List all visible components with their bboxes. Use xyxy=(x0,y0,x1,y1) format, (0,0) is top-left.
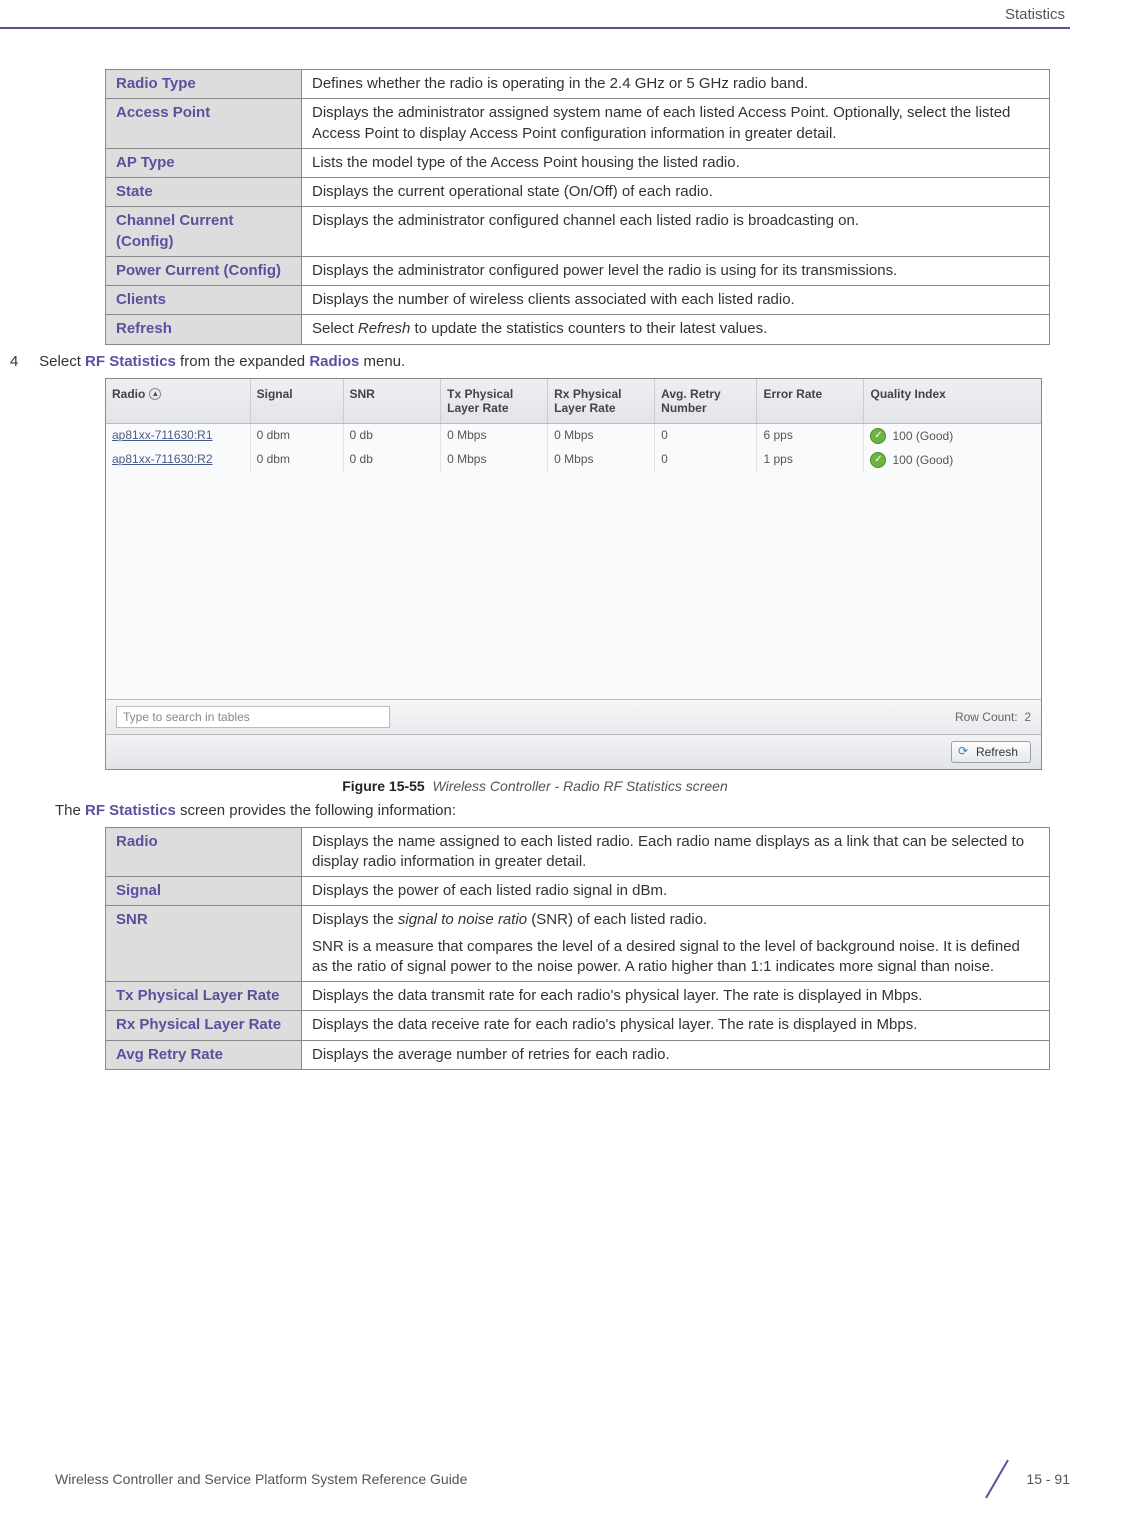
cell-snr: 0 db xyxy=(344,448,442,472)
desc-cell: Displays the power of each listed radio … xyxy=(302,877,1050,906)
desc-cell: Displays the data transmit rate for each… xyxy=(302,982,1050,1011)
term-cell: Radio Type xyxy=(106,70,302,99)
col-header-signal[interactable]: Signal xyxy=(251,379,344,423)
term-cell: SNR xyxy=(106,906,302,982)
col-header-err[interactable]: Error Rate xyxy=(757,379,864,423)
desc-cell: Displays the number of wireless clients … xyxy=(302,286,1050,315)
table-row: Tx Physical Layer RateDisplays the data … xyxy=(106,982,1050,1011)
col-header-radio[interactable]: Radio▲ xyxy=(106,379,251,423)
definitions-table-1: Radio TypeDefines whether the radio is o… xyxy=(105,69,1050,345)
term-cell: Avg Retry Rate xyxy=(106,1040,302,1069)
figure-caption: Figure 15-55 Wireless Controller - Radio… xyxy=(0,778,1070,794)
term-cell: Channel Current (Config) xyxy=(106,207,302,257)
term-cell: Rx Physical Layer Rate xyxy=(106,1011,302,1040)
screenshot-footer-search: Row Count: 2 xyxy=(106,699,1041,734)
table-row: ClientsDisplays the number of wireless c… xyxy=(106,286,1050,315)
col-header-tx[interactable]: Tx Physical Layer Rate xyxy=(441,379,548,423)
search-input[interactable] xyxy=(116,706,390,728)
screenshot-table-header: Radio▲ Signal SNR Tx Physical Layer Rate… xyxy=(106,379,1041,424)
term-cell: AP Type xyxy=(106,148,302,177)
desc-cell: Displays the name assigned to each liste… xyxy=(302,827,1050,877)
term-cell: Refresh xyxy=(106,315,302,344)
page-number: 15 - 91 xyxy=(1026,1471,1070,1487)
term-cell: Clients xyxy=(106,286,302,315)
table-row: AP TypeLists the model type of the Acces… xyxy=(106,148,1050,177)
table-row: Power Current (Config)Displays the admin… xyxy=(106,256,1050,285)
table-row: StateDisplays the current operational st… xyxy=(106,178,1050,207)
desc-cell: Displays the signal to noise ratio (SNR)… xyxy=(302,906,1050,982)
cell-rx: 0 Mbps xyxy=(548,448,655,472)
col-header-snr[interactable]: SNR xyxy=(344,379,442,423)
cell-err: 6 pps xyxy=(757,424,864,448)
definitions-table-2: RadioDisplays the name assigned to each … xyxy=(105,827,1050,1070)
cell-tx: 0 Mbps xyxy=(441,424,548,448)
header-divider xyxy=(0,27,1070,29)
table-row: ap81xx-711630:R1 0 dbm 0 db 0 Mbps 0 Mbp… xyxy=(106,424,1041,448)
refresh-button[interactable]: ⟳ Refresh xyxy=(951,741,1031,763)
desc-cell: Defines whether the radio is operating i… xyxy=(302,70,1050,99)
cell-signal: 0 dbm xyxy=(251,424,344,448)
desc-cell: Displays the data receive rate for each … xyxy=(302,1011,1050,1040)
table-row: SNR Displays the signal to noise ratio (… xyxy=(106,906,1050,982)
term-cell: Signal xyxy=(106,877,302,906)
cell-signal: 0 dbm xyxy=(251,448,344,472)
table-row: Radio TypeDefines whether the radio is o… xyxy=(106,70,1050,99)
sort-asc-icon[interactable]: ▲ xyxy=(149,388,161,400)
header-section: Statistics xyxy=(0,0,1070,27)
cell-tx: 0 Mbps xyxy=(441,448,548,472)
table-row: Avg Retry RateDisplays the average numbe… xyxy=(106,1040,1050,1069)
table-row: Refresh Select Refresh to update the sta… xyxy=(106,315,1050,344)
cell-qi: ✓100 (Good) xyxy=(864,424,1041,448)
cell-avg: 0 xyxy=(655,424,757,448)
footer-left: Wireless Controller and Service Platform… xyxy=(55,1471,467,1487)
check-icon: ✓ xyxy=(870,428,886,444)
cell-qi: ✓100 (Good) xyxy=(864,448,1041,472)
check-icon: ✓ xyxy=(870,452,886,468)
desc-cell: Lists the model type of the Access Point… xyxy=(302,148,1050,177)
screenshot-footer-actions: ⟳ Refresh xyxy=(106,734,1041,769)
table-row: RadioDisplays the name assigned to each … xyxy=(106,827,1050,877)
term-cell: Tx Physical Layer Rate xyxy=(106,982,302,1011)
col-header-rx[interactable]: Rx Physical Layer Rate xyxy=(548,379,655,423)
row-count: Row Count: 2 xyxy=(955,710,1031,724)
cell-avg: 0 xyxy=(655,448,757,472)
desc-cell: Displays the administrator assigned syst… xyxy=(302,99,1050,149)
col-header-qi[interactable]: Quality Index xyxy=(864,379,1041,423)
refresh-icon: ⟳ xyxy=(958,745,971,758)
table-row: Rx Physical Layer RateDisplays the data … xyxy=(106,1011,1050,1040)
page-footer: Wireless Controller and Service Platform… xyxy=(55,1461,1070,1497)
table-row: Access PointDisplays the administrator a… xyxy=(106,99,1050,149)
term-cell: Power Current (Config) xyxy=(106,256,302,285)
desc-cell: Displays the administrator configured ch… xyxy=(302,207,1050,257)
table-row: SignalDisplays the power of each listed … xyxy=(106,877,1050,906)
col-header-avg[interactable]: Avg. Retry Number xyxy=(655,379,757,423)
table-row: ap81xx-711630:R2 0 dbm 0 db 0 Mbps 0 Mbp… xyxy=(106,448,1041,472)
radio-link[interactable]: ap81xx-711630:R2 xyxy=(112,452,213,466)
desc-cell: Displays the administrator configured po… xyxy=(302,256,1050,285)
term-cell: Access Point xyxy=(106,99,302,149)
screenshot-table-body: ap81xx-711630:R1 0 dbm 0 db 0 Mbps 0 Mbp… xyxy=(106,424,1041,699)
cell-err: 1 pps xyxy=(757,448,864,472)
radio-link[interactable]: ap81xx-711630:R1 xyxy=(112,428,213,442)
rf-statistics-screenshot: Radio▲ Signal SNR Tx Physical Layer Rate… xyxy=(105,378,1042,770)
desc-cell: Select Refresh to update the statistics … xyxy=(302,315,1050,344)
step-4: 4 Select RF Statistics from the expanded… xyxy=(10,353,1070,370)
term-cell: Radio xyxy=(106,827,302,877)
term-cell: State xyxy=(106,178,302,207)
table-row: Channel Current (Config)Displays the adm… xyxy=(106,207,1050,257)
cell-rx: 0 Mbps xyxy=(548,424,655,448)
desc-cell: Displays the current operational state (… xyxy=(302,178,1050,207)
cell-snr: 0 db xyxy=(344,424,442,448)
desc-cell: Displays the average number of retries f… xyxy=(302,1040,1050,1069)
paragraph: The RF Statistics screen provides the fo… xyxy=(55,802,1070,819)
slash-icon xyxy=(978,1461,1014,1497)
